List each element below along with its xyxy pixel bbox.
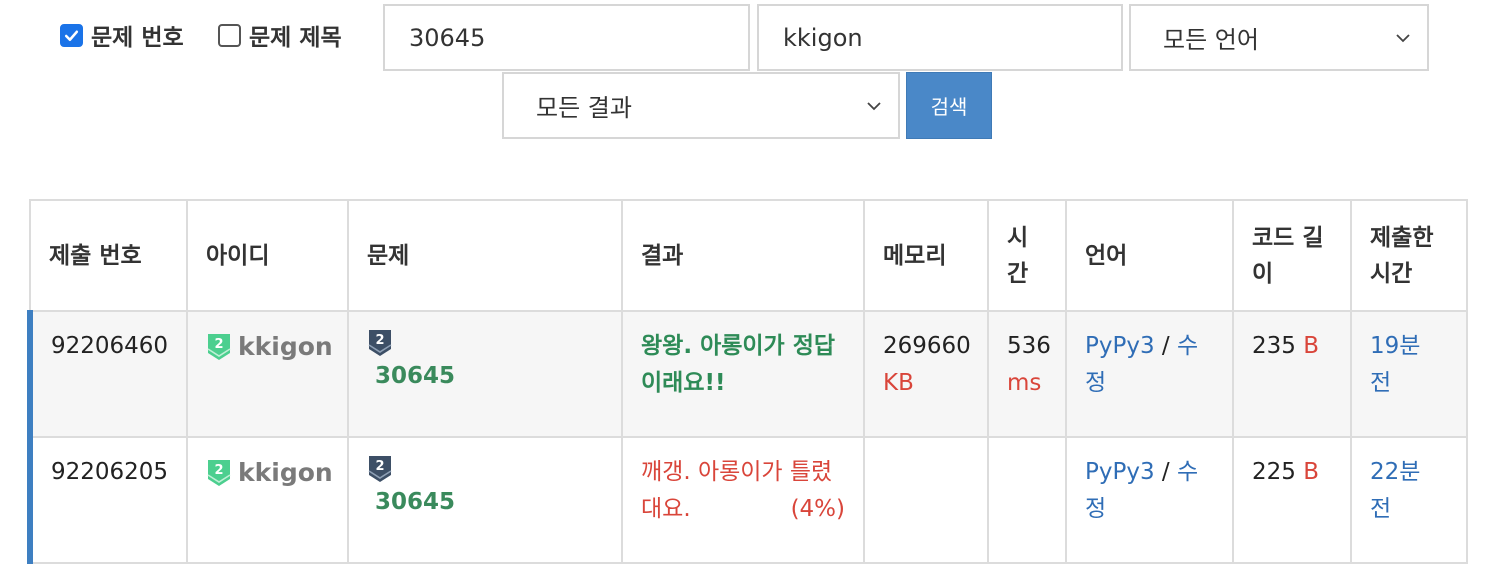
header-memory: 메모리 [863,199,989,312]
problem-number-label: 문제 번호 [91,25,184,51]
header-result: 결과 [621,199,865,312]
user-name: kkigon [238,458,333,487]
svg-text:2: 2 [375,333,384,348]
tier-badge-icon: 2 [206,458,232,488]
result-select[interactable]: 모든 결과 [502,72,900,139]
checkbox-checked-icon[interactable] [60,23,83,47]
problem-title-label: 문제 제목 [249,25,342,51]
language-select-value: 모든 언어 [1163,26,1259,54]
submitted-at-link[interactable]: 22분 전 [1370,459,1420,522]
user-link[interactable]: 2 kkigon [206,454,333,491]
time-cell [987,436,1067,564]
header-time: 시간 [987,199,1067,312]
language-cell: PyPy3 / 수정 [1065,310,1234,438]
memory-value: 269660 [883,333,971,359]
checkbox-unchecked-icon[interactable] [218,23,241,47]
user-id-input[interactable]: kkigon [757,4,1123,71]
problem-title-checkbox[interactable]: 문제 제목 [218,18,342,52]
problem-link[interactable]: 30645 [367,363,455,389]
submission-id: 92206205 [27,436,188,564]
code-length-cell: 235 B [1232,310,1352,438]
code-length-cell: 225 B [1232,436,1352,564]
language-cell: PyPy3 / 수정 [1065,436,1234,564]
result-accepted: 왕왕. 아롱이가 정답이래요!! [621,310,865,438]
chevron-down-icon [1396,33,1410,42]
language-select[interactable]: 모든 언어 [1129,4,1429,71]
code-length-unit: B [1303,459,1319,485]
search-button[interactable]: 검색 [906,72,992,139]
code-length-value: 235 [1252,333,1296,359]
header-language: 언어 [1065,199,1234,312]
problem-tier-badge-icon: 2 [367,454,603,484]
problem-link[interactable]: 30645 [367,489,455,515]
code-length-unit: B [1303,333,1319,359]
result-wrong: 깨갱. 아롱이가 틀렸대요. (4%) [621,436,865,564]
table-header-row: 제출 번호 아이디 문제 결과 메모리 시간 언어 코드 길이 제출한 시간 [29,199,1468,312]
problem-cell: 2 30645 [347,436,623,564]
language-link[interactable]: PyPy3 [1085,333,1155,359]
chevron-down-icon [867,101,881,110]
problem-tier-badge-icon: 2 [367,328,603,358]
submission-id: 92206460 [27,310,188,438]
result-percent: (4%) [790,496,845,522]
user-link[interactable]: 2 kkigon [206,328,333,365]
table-row: 92206460 2 kkigon 2 30645 왕왕. 아롱이가 정답이래요… [27,310,1468,438]
memory-unit: KB [883,370,914,396]
user-id-value: kkigon [783,23,863,52]
svg-text:2: 2 [214,337,223,352]
time-unit: ms [1007,370,1042,396]
submitted-at-cell: 22분 전 [1350,436,1468,564]
submitted-at-link[interactable]: 19분 전 [1370,333,1420,396]
svg-text:2: 2 [214,463,223,478]
header-submitted-at: 제출한 시간 [1350,199,1468,312]
table-row: 92206205 2 kkigon 2 30645 깨갱. 아롱이가 틀렸대요.… [27,436,1468,564]
result-select-value: 모든 결과 [536,94,632,122]
language-separator: / [1161,333,1170,359]
problem-cell: 2 30645 [347,310,623,438]
problem-id-value: 30645 [409,23,486,52]
code-length-value: 225 [1252,459,1296,485]
problem-id-input[interactable]: 30645 [383,4,750,71]
header-problem: 문제 [347,199,623,312]
language-separator: / [1161,459,1170,485]
user-cell: 2 kkigon [186,436,349,564]
submitted-at-cell: 19분 전 [1350,310,1468,438]
memory-cell [863,436,989,564]
memory-cell: 269660 KB [863,310,989,438]
user-name: kkigon [238,332,333,361]
tier-badge-icon: 2 [206,332,232,362]
time-cell: 536 ms [987,310,1067,438]
svg-text:2: 2 [375,459,384,474]
language-link[interactable]: PyPy3 [1085,459,1155,485]
header-submission: 제출 번호 [29,199,188,312]
problem-number-checkbox[interactable]: 문제 번호 [60,18,184,52]
header-user: 아이디 [186,199,349,312]
status-table: 제출 번호 아이디 문제 결과 메모리 시간 언어 코드 길이 제출한 시간 9… [27,199,1468,564]
header-code-length: 코드 길이 [1232,199,1352,312]
user-cell: 2 kkigon [186,310,349,438]
time-value: 536 [1007,333,1051,359]
